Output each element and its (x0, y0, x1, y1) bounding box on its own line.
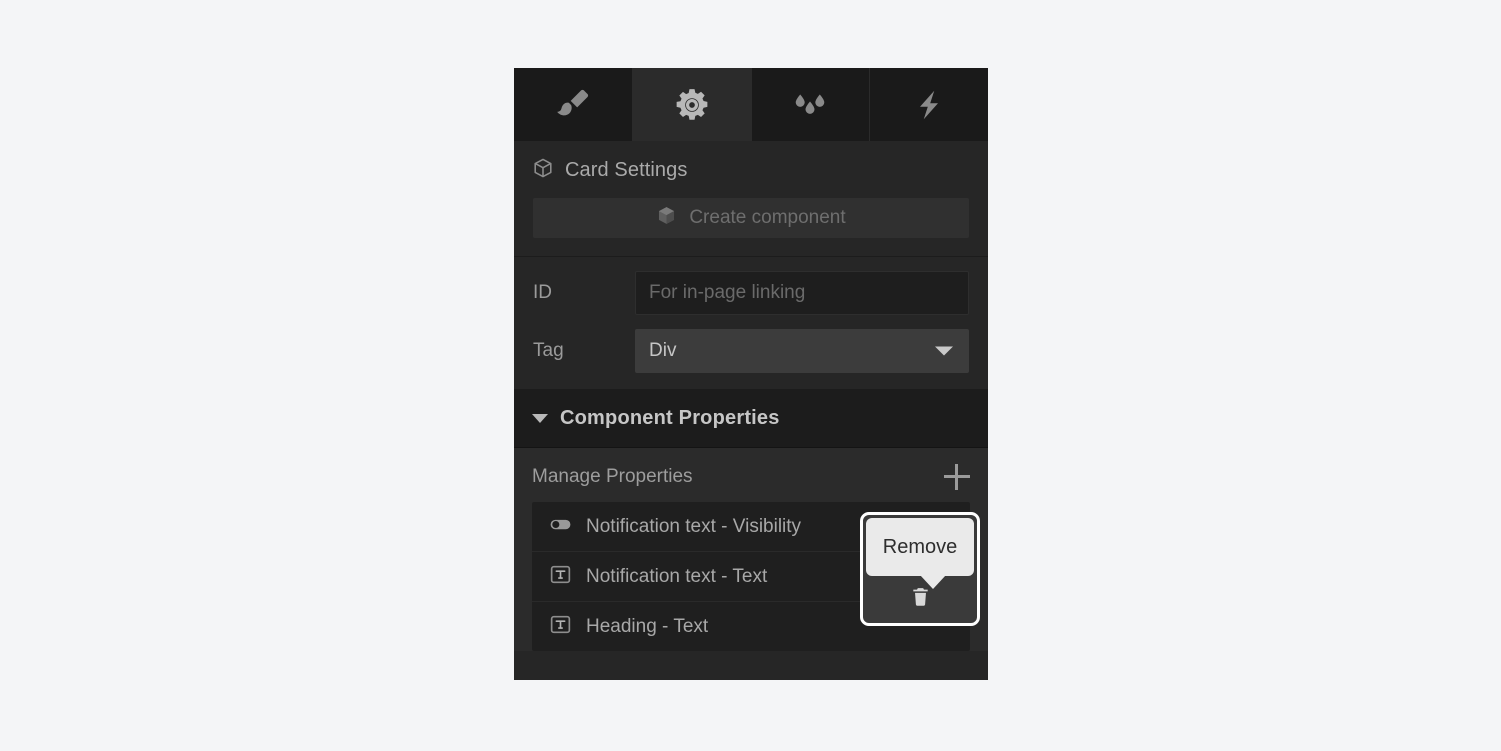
tag-label: Tag (533, 340, 564, 361)
lightning-bolt-icon (911, 87, 947, 123)
text-field-icon (548, 562, 573, 592)
panel-tab-bar (514, 68, 988, 141)
card-settings-section: Card Settings Create component (514, 141, 988, 257)
water-drops-icon (789, 84, 831, 126)
tab-interactions[interactable] (870, 68, 988, 141)
text-field-icon (548, 612, 573, 642)
property-label: Heading - Text (586, 615, 709, 637)
cube-outline-icon (532, 157, 554, 184)
id-field-row: ID (533, 271, 969, 315)
manage-properties-row: Manage Properties (532, 460, 970, 494)
manage-properties-label: Manage Properties (532, 466, 693, 487)
element-settings-section: ID Tag Div (514, 257, 988, 390)
cube-filled-icon (656, 205, 677, 232)
component-properties-title: Component Properties (560, 407, 780, 429)
tooltip-arrow-icon (920, 575, 946, 589)
tag-select[interactable]: Div (635, 329, 969, 373)
gear-icon (673, 86, 711, 124)
plus-icon[interactable] (944, 464, 970, 490)
create-component-button[interactable]: Create component (533, 198, 969, 238)
paint-brush-icon (553, 85, 593, 125)
tooltip: Remove (866, 518, 974, 589)
tab-style[interactable] (514, 68, 633, 141)
toggle-switch-icon (548, 512, 573, 542)
property-label: Notification text - Visibility (586, 515, 802, 537)
create-component-wrap: Create component (514, 184, 988, 256)
tab-settings[interactable] (632, 68, 752, 141)
tab-effects[interactable] (751, 68, 871, 141)
tag-field-row: Tag Div (533, 329, 969, 373)
id-input[interactable] (635, 271, 969, 315)
card-settings-header: Card Settings (514, 141, 988, 184)
chevron-down-icon (935, 346, 953, 356)
id-label: ID (533, 282, 552, 303)
create-component-label: Create component (689, 207, 846, 228)
triangle-down-icon (532, 414, 548, 423)
component-properties-header[interactable]: Component Properties (514, 390, 988, 448)
tag-select-value: Div (649, 340, 677, 361)
property-label: Notification text - Text (586, 565, 768, 587)
card-settings-title: Card Settings (565, 159, 688, 181)
trash-icon (909, 585, 932, 613)
tooltip-text: Remove (882, 536, 958, 558)
